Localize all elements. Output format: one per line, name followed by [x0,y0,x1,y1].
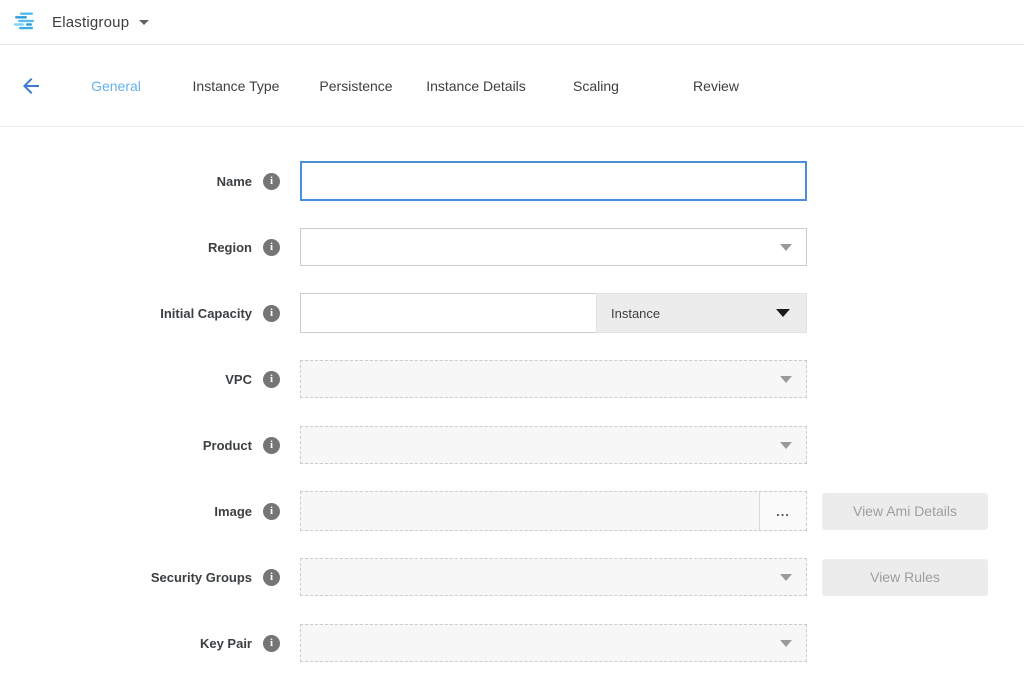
form-row-key-pair: Key Pair [0,610,1024,676]
chevron-down-icon [780,640,792,647]
info-icon[interactable] [263,503,280,520]
elastigroup-logo-icon [14,12,40,33]
chevron-down-icon[interactable] [139,20,149,25]
name-label: Name [217,174,252,189]
form-row-product: Product [0,412,1024,478]
chevron-down-icon [780,442,792,449]
vpc-select [300,360,807,398]
tab-instance-details[interactable]: Instance Details [416,78,536,94]
view-rules-button[interactable]: View Rules [822,559,988,596]
image-browse-button[interactable]: ... [759,492,806,530]
tab-instance-type[interactable]: Instance Type [176,78,296,94]
chevron-down-icon [776,309,790,317]
key-pair-select [300,624,807,662]
info-icon[interactable] [263,305,280,322]
security-groups-label: Security Groups [151,570,252,585]
name-input[interactable] [300,161,807,201]
tab-general[interactable]: General [56,78,176,94]
app-title[interactable]: Elastigroup [52,14,129,31]
info-icon[interactable] [263,569,280,586]
image-label: Image [214,504,252,519]
form-row-initial-capacity: Initial Capacity Instance [0,280,1024,346]
wizard-tab-bar: General Instance Type Persistence Instan… [0,45,1024,127]
form-row-vpc: VPC [0,346,1024,412]
initial-capacity-label: Initial Capacity [160,306,252,321]
image-picker: ... [300,491,807,531]
product-select [300,426,807,464]
initial-capacity-input[interactable] [300,293,596,333]
form-row-region: Region [0,214,1024,280]
region-label: Region [208,240,252,255]
image-value [301,492,759,530]
info-icon[interactable] [263,239,280,256]
form-row-security-groups: Security Groups View Rules [0,544,1024,610]
capacity-unit-select[interactable]: Instance [596,293,807,333]
info-icon[interactable] [263,635,280,652]
product-label: Product [203,438,252,453]
tab-scaling[interactable]: Scaling [536,78,656,94]
app-header: Elastigroup [0,0,1024,45]
key-pair-label: Key Pair [200,636,252,651]
chevron-down-icon [780,574,792,581]
chevron-down-icon [780,244,792,251]
back-button[interactable] [18,73,44,99]
form-row-image: Image ... View Ami Details [0,478,1024,544]
form-row-name: Name [0,148,1024,214]
general-settings-form: Name Region Initial Capacity Instance [0,127,1024,676]
view-ami-details-button[interactable]: View Ami Details [822,493,988,530]
vpc-label: VPC [225,372,252,387]
info-icon[interactable] [263,173,280,190]
security-groups-select [300,558,807,596]
capacity-unit-value: Instance [611,306,660,321]
back-arrow-icon [19,74,43,98]
info-icon[interactable] [263,371,280,388]
chevron-down-icon [780,376,792,383]
tab-review[interactable]: Review [656,78,776,94]
tab-persistence[interactable]: Persistence [296,78,416,94]
info-icon[interactable] [263,437,280,454]
region-select[interactable] [300,228,807,266]
wizard-tabs: General Instance Type Persistence Instan… [56,78,776,94]
